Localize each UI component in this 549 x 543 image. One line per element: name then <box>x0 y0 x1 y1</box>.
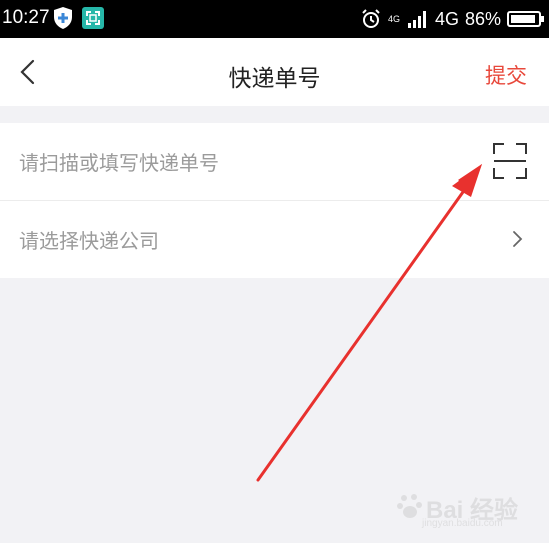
courier-company-select[interactable]: 请选择快递公司 <box>19 225 159 254</box>
status-bar: 10:27 4G 4G 86% <box>0 0 549 38</box>
signal-icon <box>407 11 426 28</box>
page-title: 快递单号 <box>228 66 321 92</box>
network-small-label: 4G <box>387 13 400 24</box>
alarm-icon <box>362 9 380 28</box>
tracking-number-row[interactable]: 请扫描或填写快递单号 <box>0 123 549 201</box>
shield-icon <box>54 7 72 29</box>
nav-bar: 快递单号 提交 <box>0 38 549 106</box>
form-card: 请扫描或填写快递单号 请选择快递公司 <box>0 123 549 278</box>
status-time: 10:27 <box>2 7 50 28</box>
tracking-number-input[interactable]: 请扫描或填写快递单号 <box>19 147 219 176</box>
submit-button[interactable]: 提交 <box>485 60 527 90</box>
battery-icon <box>507 11 544 27</box>
courier-company-row[interactable]: 请选择快递公司 <box>0 201 549 278</box>
paw-icon <box>397 494 422 518</box>
network-label: 4G <box>434 8 459 29</box>
watermark-url: jingyan.baidu.com <box>422 518 503 529</box>
baidu-watermark: Bai 经验 jingyan.baidu.com <box>396 486 536 536</box>
scan-icon[interactable] <box>492 142 528 180</box>
chevron-right-icon <box>513 231 523 247</box>
scan-app-icon <box>82 7 104 29</box>
battery-percent: 86% <box>464 8 501 29</box>
